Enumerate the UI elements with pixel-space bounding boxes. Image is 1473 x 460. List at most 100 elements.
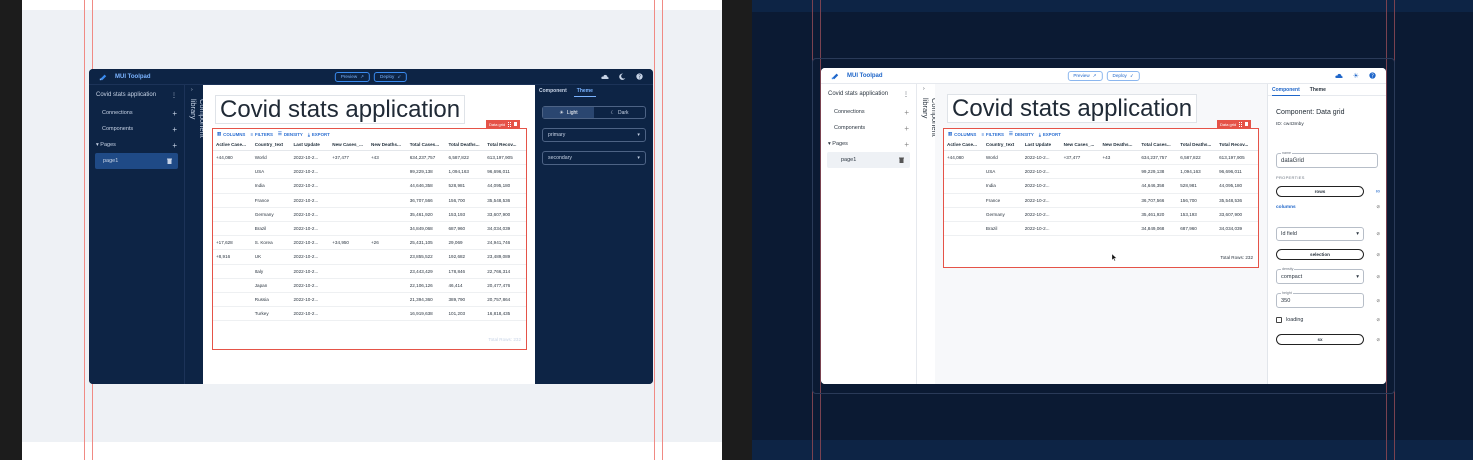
- table-row[interactable]: France 2022-10-2... 36,707,566 156,700 35,54…: [213, 194, 526, 208]
- components-row[interactable]: Components +: [821, 120, 916, 136]
- export-button[interactable]: ⤓ EXPORT: [308, 132, 330, 137]
- table-row[interactable]: USA 2022-10-2... 99,229,138 1,094,163 96,696…: [944, 165, 1258, 180]
- page-title[interactable]: Covid stats application: [947, 94, 1198, 123]
- page1-row[interactable]: page1: [827, 152, 910, 168]
- column-header[interactable]: New Deaths...: [368, 139, 407, 150]
- tab-theme[interactable]: Theme: [573, 88, 596, 97]
- table-row[interactable]: USA 2022-10-2... 99,229,138 1,094,163 96,696…: [213, 165, 526, 180]
- cloud-icon[interactable]: [1335, 73, 1343, 79]
- sx-binding-button[interactable]: sx: [1276, 334, 1364, 345]
- chevron-right-icon[interactable]: ›: [923, 86, 925, 92]
- binding-icon[interactable]: ⊘: [1376, 204, 1380, 210]
- binding-icon[interactable]: ⊘: [1376, 252, 1380, 258]
- table-row[interactable]: Russia 2022-10-2... 21,394,360 389,790 20,75…: [213, 293, 526, 308]
- preview-button[interactable]: Preview ↗: [334, 71, 371, 82]
- table-row[interactable]: Brazil 2022-10-2... 34,849,068 687,960 34,03…: [213, 222, 526, 237]
- help-icon[interactable]: ?: [1369, 72, 1376, 79]
- add-page-icon[interactable]: +: [904, 140, 909, 149]
- cloud-icon[interactable]: [601, 74, 609, 80]
- trash-icon[interactable]: [899, 157, 904, 163]
- column-header[interactable]: Last Update: [1022, 139, 1061, 150]
- column-header[interactable]: Total Recov...: [1216, 139, 1258, 150]
- binding-icon[interactable]: ⊘: [1376, 317, 1380, 323]
- add-connection-icon[interactable]: +: [904, 108, 909, 117]
- delete-icon[interactable]: [1245, 122, 1249, 126]
- table-row[interactable]: +44,080 World 2022-10-2... +37,477 +43 634,23…: [213, 151, 526, 166]
- column-header[interactable]: Country_text: [252, 139, 291, 150]
- name-field[interactable]: name dataGrid: [1276, 151, 1378, 168]
- drag-handle-icon[interactable]: [1239, 121, 1243, 127]
- components-row[interactable]: Components +: [89, 121, 184, 137]
- table-row[interactable]: India 2022-10-2... 44,646,358 528,981 44,095…: [944, 179, 1258, 194]
- binding-icon[interactable]: ⊘: [1376, 274, 1380, 280]
- app-name-row[interactable]: Covid stats application ⋮: [89, 85, 184, 105]
- trash-icon[interactable]: [167, 158, 172, 164]
- columns-button[interactable]: ▥ COLUMNS: [948, 131, 976, 137]
- binding-icon[interactable]: ⊘: [1376, 231, 1380, 237]
- column-header[interactable]: New Cases_...: [329, 139, 368, 150]
- density-button[interactable]: ☰ DENSITY: [278, 131, 303, 137]
- secondary-select[interactable]: secondary ▾: [542, 151, 646, 165]
- column-header[interactable]: Total Cases...: [1138, 139, 1177, 150]
- columns-link[interactable]: columns: [1276, 205, 1296, 210]
- column-header[interactable]: Last Update: [291, 139, 330, 150]
- column-header[interactable]: New Deaths...: [1100, 139, 1139, 150]
- binding-icon[interactable]: ⊘: [1376, 298, 1380, 304]
- tab-theme[interactable]: Theme: [1310, 87, 1326, 93]
- table-row[interactable]: India 2022-10-2... 44,646,358 528,981 44,095…: [213, 179, 526, 194]
- binding-icon[interactable]: ⊘: [1376, 337, 1380, 343]
- connections-row[interactable]: Connections +: [821, 104, 916, 120]
- table-row[interactable]: Turkey 2022-10-2... 16,919,638 101,203 16,81…: [213, 307, 526, 322]
- primary-select[interactable]: primary ▾: [542, 128, 646, 142]
- table-row[interactable]: +17,628 S. Korea 2022-10-2... +34,950 +26 25,…: [213, 236, 526, 251]
- add-page-icon[interactable]: +: [172, 141, 177, 150]
- columns-button[interactable]: ▥ COLUMNS: [217, 131, 245, 137]
- column-header[interactable]: Total Deaths...: [1177, 139, 1216, 150]
- app-name-row[interactable]: Covid stats application ⋮: [821, 84, 916, 104]
- light-mode-icon[interactable]: ☀: [1353, 72, 1359, 80]
- pages-row[interactable]: ▾ Pages +: [89, 137, 184, 153]
- table-row[interactable]: Brazil 2022-10-2... 34,849,068 687,960 34,03…: [944, 222, 1258, 237]
- table-row[interactable]: Italy 2022-10-2... 23,443,429 178,846 22,766…: [213, 265, 526, 279]
- more-vert-icon[interactable]: ⋮: [171, 92, 177, 99]
- link-icon[interactable]: ∞: [1376, 189, 1380, 195]
- add-connection-icon[interactable]: +: [172, 109, 177, 118]
- delete-icon[interactable]: [514, 122, 518, 126]
- height-input[interactable]: height 350: [1276, 291, 1364, 308]
- page1-row[interactable]: page1: [95, 153, 178, 169]
- preview-button[interactable]: Preview ↗: [1067, 70, 1103, 81]
- selection-binding-button[interactable]: selection: [1276, 249, 1364, 260]
- data-grid[interactable]: ▥ COLUMNS ≡ FILTERS ☰ DENSITY ⤓ EXPORT Activ…: [212, 128, 527, 350]
- dark-mode-button[interactable]: ☾ Dark: [594, 107, 645, 118]
- dark-mode-icon[interactable]: [619, 73, 626, 80]
- light-mode-button[interactable]: ☀ Light: [543, 107, 594, 118]
- id-field-select[interactable]: Id field ▾: [1276, 227, 1364, 241]
- column-header[interactable]: Total Deaths...: [446, 139, 485, 150]
- expand-arrow-icon[interactable]: ▾: [96, 142, 99, 148]
- column-header[interactable]: New Cases_...: [1061, 139, 1100, 150]
- column-header[interactable]: Active Case...: [213, 139, 252, 150]
- deploy-button[interactable]: Deploy ➶: [374, 71, 408, 82]
- chevron-right-icon[interactable]: ›: [191, 87, 193, 93]
- table-row[interactable]: Germany 2022-10-2... 35,461,920 153,193 33,6…: [213, 208, 526, 222]
- drag-handle-icon[interactable]: [508, 121, 512, 127]
- export-button[interactable]: ⤓ EXPORT: [1039, 132, 1061, 137]
- add-component-icon[interactable]: +: [904, 124, 909, 133]
- column-header[interactable]: Active Case...: [944, 139, 983, 150]
- pages-row[interactable]: ▾ Pages +: [821, 136, 916, 152]
- density-select[interactable]: density compact ▾: [1276, 267, 1364, 284]
- table-row[interactable]: +8,916 UK 2022-10-2... 23,855,522 192,682 23,…: [213, 250, 526, 265]
- filters-button[interactable]: ≡ FILTERS: [250, 132, 273, 137]
- density-button[interactable]: ☰ DENSITY: [1009, 131, 1034, 137]
- page-title[interactable]: Covid stats application: [215, 95, 466, 124]
- column-header[interactable]: Total Cases...: [407, 139, 446, 150]
- tab-component[interactable]: Component: [539, 88, 567, 94]
- help-icon[interactable]: ?: [636, 73, 643, 80]
- table-row[interactable]: Japan 2022-10-2... 22,106,126 46,414 20,477,…: [213, 279, 526, 293]
- connections-row[interactable]: Connections +: [89, 105, 184, 121]
- deploy-button[interactable]: Deploy ➶: [1106, 70, 1140, 81]
- column-header[interactable]: Country_text: [983, 139, 1022, 150]
- add-component-icon[interactable]: +: [172, 125, 177, 134]
- rows-binding-button[interactable]: rows: [1276, 186, 1364, 197]
- filters-button[interactable]: ≡ FILTERS: [981, 132, 1004, 137]
